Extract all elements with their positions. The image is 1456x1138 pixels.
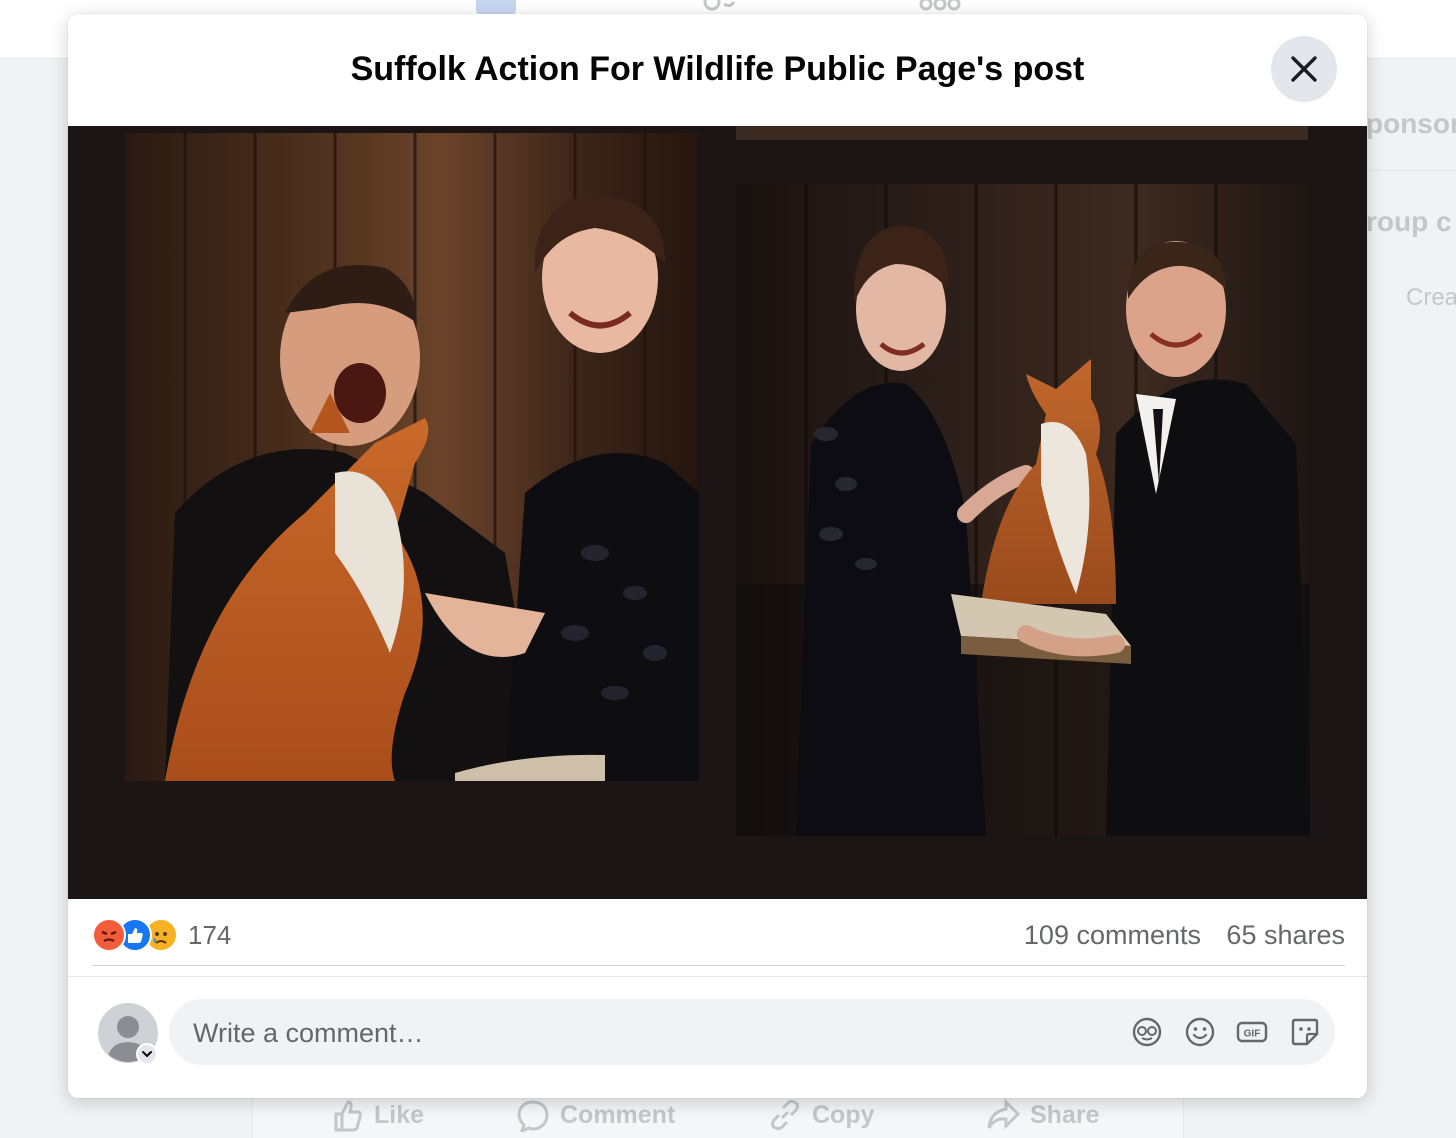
modal-title: Suffolk Action For Wildlife Public Page'…	[350, 50, 1085, 88]
modal-header: Suffolk Action For Wildlife Public Page'…	[68, 14, 1367, 127]
sponsored-heading: ponsor	[1366, 108, 1456, 139]
gif-button[interactable]: GIF	[1236, 1016, 1268, 1048]
comments-count-link[interactable]: 109 comments	[1024, 920, 1201, 951]
share-icon	[987, 1098, 1020, 1130]
gif-icon: GIF	[1236, 1021, 1268, 1043]
emoji-icon	[1185, 1017, 1215, 1047]
nav-home-tab[interactable]	[476, 0, 516, 14]
svg-text:GIF: GIF	[1244, 1029, 1261, 1040]
sticker-button[interactable]	[1289, 1016, 1321, 1048]
comment-input[interactable]	[191, 999, 1095, 1067]
comment-composer: GIF	[68, 976, 1367, 1098]
comment-icon	[517, 1100, 549, 1132]
chevron-down-icon	[142, 1051, 152, 1058]
sidebar-divider	[1366, 170, 1456, 171]
profile-switcher-button[interactable]	[136, 1043, 158, 1065]
reaction-count[interactable]: 174	[188, 920, 231, 951]
share-label: Share	[1030, 1100, 1100, 1129]
sticker-icon	[1291, 1018, 1319, 1046]
comment-box: GIF	[169, 999, 1335, 1067]
comment-label: Comment	[560, 1100, 676, 1129]
avatar-sticker-button[interactable]	[1131, 1016, 1163, 1048]
background-copy-button[interactable]: Copy	[768, 1098, 875, 1132]
photo-left[interactable]	[125, 133, 699, 781]
post-media[interactable]	[68, 126, 1367, 899]
link-icon	[770, 1099, 800, 1131]
nav-groups-tab[interactable]	[918, 0, 962, 14]
avatar-sticker-icon	[1132, 1017, 1162, 1047]
post-stats: 174 109 comments 65 shares	[92, 899, 1345, 966]
angry-reaction-icon	[92, 918, 126, 952]
media-top-strip	[736, 126, 1308, 140]
copy-label: Copy	[812, 1100, 875, 1129]
background-comment-button[interactable]: Comment	[516, 1098, 675, 1132]
like-label: Like	[374, 1100, 425, 1129]
shares-count-link[interactable]: 65 shares	[1226, 920, 1345, 951]
post-modal: Suffolk Action For Wildlife Public Page'…	[68, 14, 1367, 1098]
create-group-link[interactable]: Crea	[1406, 284, 1456, 312]
close-icon	[1291, 56, 1317, 82]
background-share-button[interactable]: Share	[986, 1098, 1099, 1132]
close-button[interactable]	[1271, 36, 1337, 102]
emoji-button[interactable]	[1184, 1016, 1216, 1048]
background-like-button[interactable]: Like	[330, 1098, 424, 1132]
photo-right[interactable]	[736, 184, 1310, 836]
background-right-sidebar: ponsor roup c Crea	[1366, 90, 1456, 390]
like-icon	[334, 1100, 362, 1132]
group-conversations-heading: roup c	[1366, 206, 1452, 237]
reactions-summary[interactable]: 174	[92, 917, 231, 953]
nav-friends-tab[interactable]	[700, 0, 736, 14]
